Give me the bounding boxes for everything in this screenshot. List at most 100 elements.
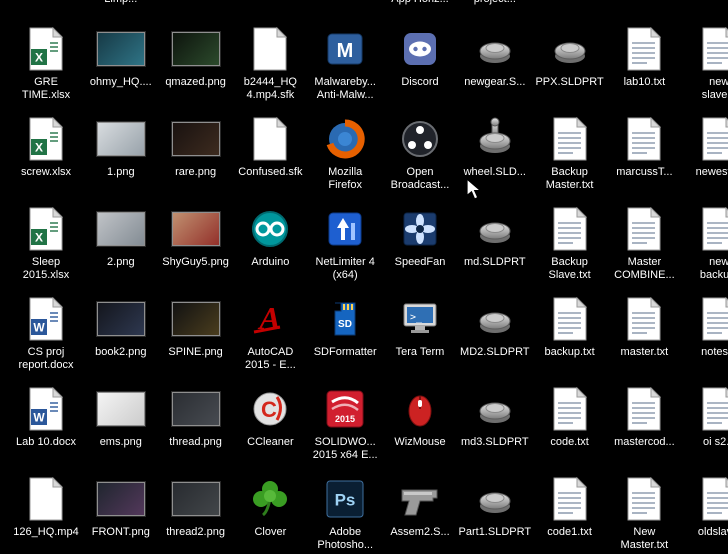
assem-icon: [396, 475, 444, 523]
desktop-icon-obs[interactable]: Open Broadcast...: [384, 115, 456, 192]
desktop-icon-wheel-sldprt[interactable]: wheel.SLD...: [459, 115, 531, 179]
desktop-icon-lab-10-docx[interactable]: W Lab 10.docx: [10, 385, 82, 449]
desktop-icon-master-combine-txt[interactable]: Master COMBINE...: [608, 205, 680, 282]
desktop-icon-book2-png[interactable]: book2.png: [85, 295, 157, 359]
desktop-icon-app-horiz-partial[interactable]: App Horiz...: [384, 0, 456, 6]
solidworks-icon: 2015: [324, 385, 366, 433]
desktop-icon-cs-proj-report-docx[interactable]: W CS proj report.docx: [10, 295, 82, 372]
image-preview: [171, 302, 220, 336]
desktop-icon-ohmy-hq-png[interactable]: ohmy_HQ....: [85, 25, 157, 89]
desktop-icon-screw-xlsx[interactable]: Xscrew.xlsx: [10, 115, 82, 179]
desktop-icon-newgear-sldprt[interactable]: newgear.S...: [459, 25, 531, 89]
teraterm-icon: >_: [398, 295, 442, 343]
desktop-icon-spine-png[interactable]: SPINE.png: [160, 295, 232, 359]
icon-label: screw.xlsx: [20, 166, 72, 178]
desktop-icon-md3-sldprt[interactable]: md3.SLDPRT: [459, 385, 531, 449]
image-icon: [171, 295, 220, 343]
desktop-icon-notes-txt[interactable]: notes...: [683, 295, 728, 359]
icon-label: qmazed.png: [165, 76, 226, 88]
icon-label: 1.png: [107, 166, 135, 178]
icon-label: Arduino: [251, 256, 290, 268]
image-preview: [96, 122, 145, 156]
desktop-icon-126-hq-mp4[interactable]: 126_HQ.mp4: [10, 475, 82, 539]
txt-icon: [553, 115, 587, 163]
desktop-icon-thread-png[interactable]: thread.png: [160, 385, 232, 449]
desktop-icon-1-png[interactable]: 1.png: [85, 115, 157, 179]
desktop-icon-project-partial[interactable]: project...: [459, 0, 531, 6]
doc-icon: [253, 25, 288, 73]
icon-label: Clover: [254, 526, 287, 538]
desktop-icon-new-slave-txt[interactable]: new slave...: [683, 25, 728, 102]
desktop-icon-code1-txt[interactable]: code1.txt: [534, 475, 606, 539]
icon-label: WizMouse: [394, 436, 446, 448]
image-icon: [171, 115, 220, 163]
desktop-icon-gre-time-xlsx[interactable]: X GRE TIME.xlsx: [10, 25, 82, 102]
desktop-icon-part1-sldprt[interactable]: Part1.SLDPRT: [459, 475, 531, 539]
desktop-icon-ccleaner[interactable]: C CCleaner: [234, 385, 306, 449]
desktop-icon-b2444-hq-sfk[interactable]: b2444_HQ 4.mp4.sfk: [234, 25, 306, 102]
image-icon: [96, 295, 145, 343]
desktop-icon-oldslav-txt[interactable]: oldslav...: [683, 475, 728, 539]
desktop-icon-shyguy5-png[interactable]: ShyGuy5.png: [160, 205, 232, 269]
icon-label: CCleaner: [247, 436, 294, 448]
svg-text:M: M: [337, 40, 354, 62]
desktop-icon-assem2[interactable]: Assem2.S...: [384, 475, 456, 539]
desktop-icon-discord[interactable]: Discord: [384, 25, 456, 89]
desktop-icon-confused-sfk[interactable]: Confused.sfk: [234, 115, 306, 179]
desktop-icon-speedfan[interactable]: SpeedFan: [384, 205, 456, 269]
obs-icon: [399, 115, 441, 163]
desktop-icon-master-txt[interactable]: master.txt: [608, 295, 680, 359]
desktop-icon-backup-txt[interactable]: backup.txt: [534, 295, 606, 359]
desktop-icon-sleep-2015-xlsx[interactable]: X Sleep 2015.xlsx: [10, 205, 82, 282]
desktop-icon-clover[interactable]: Clover: [234, 475, 306, 539]
sldprt-icon: [471, 385, 519, 433]
txt-icon: [553, 385, 587, 433]
doc-icon: [29, 475, 63, 523]
svg-text:X: X: [35, 51, 43, 65]
icon-label: marcussT...: [616, 166, 673, 178]
desktop-icon-backup-slave-txt[interactable]: Backup Slave.txt: [534, 205, 606, 282]
desktop-icon-netlimiter[interactable]: NetLimiter 4 (x64): [309, 205, 381, 282]
desktop-icon-newestr-txt[interactable]: newestr...: [683, 115, 728, 179]
desktop-icon-qmazed-png[interactable]: qmazed.png: [160, 25, 232, 89]
desktop-icon-wizmouse[interactable]: WizMouse: [384, 385, 456, 449]
desktop-icon-new-master-txt[interactable]: New Master.txt: [608, 475, 680, 552]
icon-label: Lab 10.docx: [16, 436, 76, 448]
desktop-icon-front-png[interactable]: FRONT.png: [85, 475, 157, 539]
desktop-icon-malwarebytes[interactable]: M Malwareby... Anti-Malw...: [309, 25, 381, 102]
desktop-icon-mozilla-firefox[interactable]: Mozilla Firefox: [309, 115, 381, 192]
desktop-icon-md2-sldprt[interactable]: MD2.SLDPRT: [459, 295, 531, 359]
desktop-icon-adobe-photoshop[interactable]: Ps Adobe Photosho...: [309, 475, 381, 552]
icon-label: Master COMBINE...: [614, 256, 675, 281]
desktop-icon-autocad-2015[interactable]: A AutoCAD 2015 - E...: [234, 295, 306, 372]
svg-text:X: X: [35, 141, 43, 155]
desktop-icon-sdformatter[interactable]: SD SDFormatter: [309, 295, 381, 359]
icon-label: Open Broadcast...: [390, 166, 450, 191]
desktop-icon-ppx-sldprt[interactable]: PPX.SLDPRT: [534, 25, 606, 89]
desktop-icon-code-txt[interactable]: code.txt: [534, 385, 606, 449]
desktop-icon-rare-png[interactable]: rare.png: [160, 115, 232, 179]
icon-label: master.txt: [620, 346, 669, 358]
desktop-icon-lab10-txt[interactable]: lab10.txt: [608, 25, 680, 89]
desktop-icon-md-sldprt[interactable]: md.SLDPRT: [459, 205, 531, 269]
txt-icon: [702, 475, 728, 523]
icon-label: Tera Term: [395, 346, 445, 358]
desktop-icon-thread2-png[interactable]: thread2.png: [160, 475, 232, 539]
svg-text:W: W: [33, 411, 45, 425]
desktop-icon-arduino[interactable]: Arduino: [234, 205, 306, 269]
desktop-icon-backup-master-txt[interactable]: Backup Master.txt: [534, 115, 606, 192]
photoshop-icon: Ps: [324, 475, 366, 523]
desktop-icon-limp-partial[interactable]: Limp...: [85, 0, 157, 6]
desktop-icon-mastercod-txt[interactable]: mastercod...: [608, 385, 680, 449]
txt-icon: [627, 295, 662, 343]
desktop-icon-oi-s2-txt[interactable]: oi s2...: [683, 385, 728, 449]
desktop-icon-new-backu-txt[interactable]: new backu...: [683, 205, 728, 282]
desktop-icon-marcusst-txt[interactable]: marcussT...: [608, 115, 680, 179]
desktop-icon-tera-term[interactable]: >_ Tera Term: [384, 295, 456, 359]
image-icon: [171, 205, 220, 253]
desktop-icon-2-png[interactable]: 2.png: [85, 205, 157, 269]
desktop-icon-ems-png[interactable]: ems.png: [85, 385, 157, 449]
desktop-icon-solidworks-2015[interactable]: 2015 SOLIDWO... 2015 x64 E...: [309, 385, 381, 462]
icon-label: MD2.SLDPRT: [460, 346, 530, 358]
icon-label: Discord: [401, 76, 439, 88]
